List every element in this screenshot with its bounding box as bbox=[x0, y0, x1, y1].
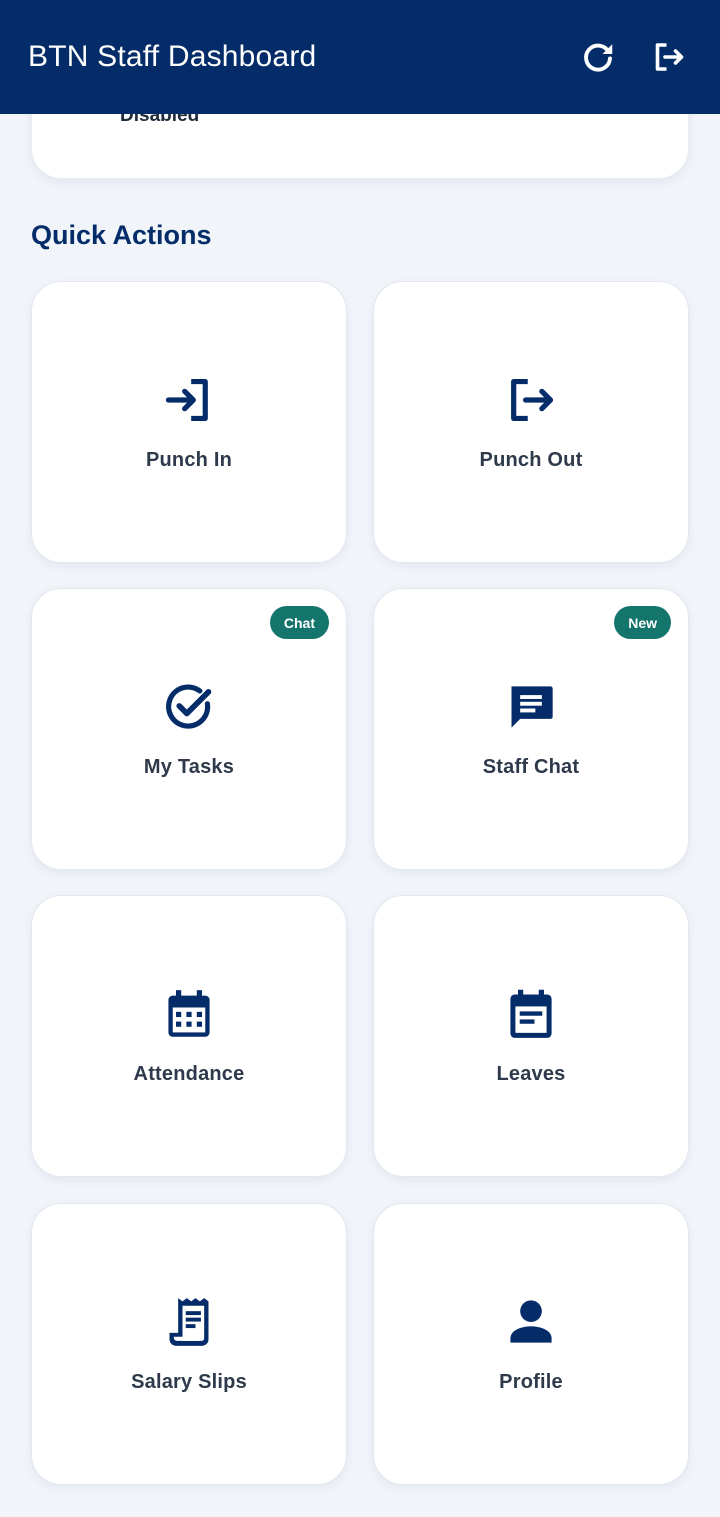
chat-icon bbox=[505, 681, 557, 733]
person-icon bbox=[505, 1296, 557, 1348]
app-bar: BTN Staff Dashboard bbox=[0, 0, 720, 114]
new-badge: New bbox=[614, 606, 671, 639]
tile-label: Punch In bbox=[145, 449, 233, 471]
logout-icon bbox=[505, 374, 557, 426]
section-title: Quick Actions bbox=[31, 220, 212, 250]
check-circle-icon bbox=[163, 681, 215, 733]
punch-out-tile[interactable]: Punch Out bbox=[373, 281, 689, 563]
tile-label: My Tasks bbox=[143, 756, 235, 778]
tile-label: Attendance bbox=[133, 1063, 245, 1085]
salary-slips-tile[interactable]: Salary Slips bbox=[31, 1203, 347, 1485]
logout-button[interactable] bbox=[640, 29, 696, 85]
attendance-tile[interactable]: Attendance bbox=[31, 895, 347, 1177]
calendar-icon bbox=[163, 988, 215, 1040]
refresh-icon bbox=[584, 43, 613, 72]
tile-label: Profile bbox=[499, 1371, 563, 1393]
app-title: BTN Staff Dashboard bbox=[28, 40, 317, 73]
my-tasks-tile[interactable]: Chat My Tasks bbox=[31, 588, 347, 870]
chat-badge: Chat bbox=[269, 606, 329, 639]
tile-label: Punch Out bbox=[479, 449, 583, 471]
tile-label: Salary Slips bbox=[131, 1371, 247, 1393]
leaves-tile[interactable]: Leaves bbox=[373, 895, 689, 1177]
punch-in-tile[interactable]: Punch In bbox=[31, 281, 347, 563]
receipt-icon bbox=[163, 1296, 215, 1348]
tile-label: Leaves bbox=[496, 1063, 566, 1085]
profile-tile[interactable]: Profile bbox=[373, 1203, 689, 1485]
logout-icon bbox=[655, 43, 684, 71]
login-icon bbox=[163, 374, 215, 426]
tile-label: Staff Chat bbox=[482, 756, 580, 778]
staff-chat-tile[interactable]: New Staff Chat bbox=[373, 588, 689, 870]
refresh-button[interactable] bbox=[570, 29, 626, 85]
event-note-icon bbox=[505, 988, 557, 1040]
